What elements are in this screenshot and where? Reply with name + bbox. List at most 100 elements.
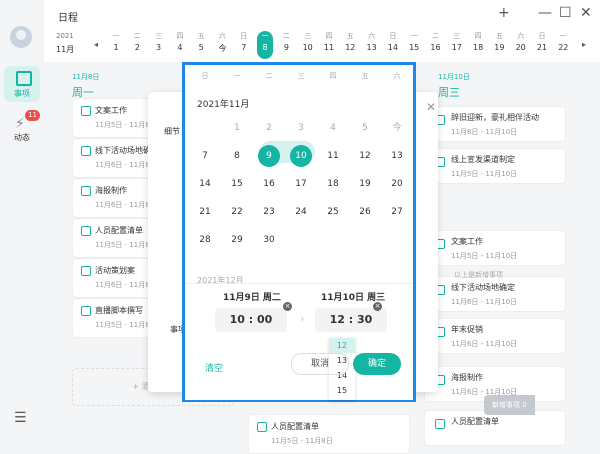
day-cell[interactable]: 六 13 (364, 31, 380, 52)
minimize-icon[interactable]: — (538, 5, 552, 21)
calendar-day[interactable]: 26 (354, 201, 376, 223)
day-cell[interactable]: 二 16 (428, 31, 444, 52)
new-items-divider: 以上是新增事项 (454, 271, 503, 279)
calendar-day[interactable]: 15 (226, 173, 248, 195)
calendar-day[interactable]: 27 (386, 201, 408, 223)
day-cell[interactable]: 二2 (129, 31, 145, 52)
calendar-day[interactable]: 2 (258, 117, 280, 139)
close-icon[interactable]: ✕ (580, 5, 592, 21)
cancel-button[interactable]: 取消 (291, 353, 349, 375)
calendar-day[interactable]: 23 (258, 201, 280, 223)
clear-button[interactable]: 清空 (205, 361, 223, 374)
calendar-day[interactable]: 3 (290, 117, 312, 139)
checkbox[interactable] (81, 266, 91, 276)
list-item[interactable]: 线下活动场地确定 11月6日 - 11月10日 (424, 276, 566, 312)
list-item[interactable]: 线上宣发渠道制定 11月5日 - 11月10日 (424, 148, 566, 184)
day-cell[interactable]: 四4 (172, 31, 188, 52)
calendar-day[interactable]: 1 (226, 117, 248, 139)
checkbox[interactable] (81, 306, 91, 316)
calendar-day[interactable]: 25 (322, 201, 344, 223)
day-cell[interactable]: 二9 (278, 31, 294, 52)
checkbox[interactable] (81, 186, 91, 196)
dialog-label: 细节 (164, 127, 180, 136)
start-time-field[interactable]: 10 : 00 (215, 308, 287, 332)
next-arrow-icon[interactable]: ▸ (582, 40, 586, 49)
list-item[interactable]: 年末促销 11月6日 - 11月10日 (424, 318, 566, 354)
hour-option[interactable]: 15 (329, 383, 355, 398)
day-cell[interactable]: 一 15 (406, 31, 422, 52)
calendar-day[interactable]: 7 (194, 145, 216, 167)
day-cell[interactable]: 五 19 (491, 31, 507, 52)
prev-arrow-icon[interactable]: ◂ (94, 40, 98, 49)
calendar-day[interactable]: 20 (386, 173, 408, 195)
day-cell[interactable]: 六今 (215, 31, 231, 54)
day-cell[interactable]: 六 20 (513, 31, 529, 52)
day-cell[interactable]: 一1 (108, 31, 124, 52)
calendar-day[interactable]: 13 (386, 145, 408, 167)
new-items-button[interactable]: 新增事项 0 (484, 395, 535, 415)
calendar-day[interactable]: 9 (258, 145, 280, 167)
menu-icon[interactable]: ☰ (14, 410, 27, 426)
day-cell[interactable]: 一 22 (555, 31, 571, 52)
checkbox[interactable] (257, 422, 267, 432)
checkbox[interactable] (435, 419, 445, 429)
clear-icon[interactable]: × (373, 302, 382, 311)
day-cell[interactable]: 五5 (193, 31, 209, 52)
maximize-icon[interactable]: ☐ (559, 5, 572, 21)
day-cell[interactable]: 日 14 (385, 31, 401, 52)
list-item[interactable]: 辞旧迎新，豪礼相伴活动 11月8日 - 11月10日 (424, 106, 566, 142)
calendar-day[interactable]: 24 (290, 201, 312, 223)
calendar-day[interactable]: 5 (354, 117, 376, 139)
calendar-day[interactable]: 30 (258, 229, 280, 251)
calendar-day[interactable]: 28 (194, 229, 216, 251)
year-label: 2021 (56, 32, 74, 40)
confirm-button[interactable]: 确定 (353, 353, 401, 375)
day-cell[interactable]: 五 12 (342, 31, 358, 52)
day-number: 7 (241, 43, 247, 52)
day-cell[interactable]: 三3 (151, 31, 167, 52)
list-item[interactable]: 人员配置清单 11月5日 - 11月8日 (248, 414, 410, 454)
calendar-day[interactable]: 29 (226, 229, 248, 251)
column-date: 11月10日 (438, 73, 470, 81)
calendar-day[interactable]: 17 (290, 173, 312, 195)
checkbox[interactable] (81, 226, 91, 236)
calendar-day[interactable]: 4 (322, 117, 344, 139)
task-title: 辞旧迎新，豪礼相伴活动 (451, 113, 539, 122)
hour-option[interactable]: 12 (329, 338, 355, 353)
day-cell[interactable]: 日 21 (534, 31, 550, 52)
calendar-day[interactable]: 8 (226, 145, 248, 167)
day-cell[interactable]: 四 18 (470, 31, 486, 52)
sidebar-item-tasks[interactable]: 事项 (4, 66, 40, 102)
day-number: 8 (262, 43, 268, 52)
list-item[interactable]: 人员配置清单 (424, 410, 566, 446)
calendar-day[interactable]: 14 (194, 173, 216, 195)
weekday-label: 三 (297, 72, 305, 80)
end-time-field[interactable]: 12 : 30 (315, 308, 387, 332)
list-item[interactable]: 文案工作 11月5日 - 11月10日 (424, 230, 566, 266)
calendar-day[interactable]: 11 (322, 145, 344, 167)
day-number: 21 (536, 43, 548, 52)
weekday-label: 六 (393, 72, 401, 80)
add-icon[interactable]: + (498, 5, 510, 21)
weekday-label: 五 (361, 72, 369, 80)
calendar-day[interactable]: 12 (354, 145, 376, 167)
calendar-day[interactable]: 今 (386, 117, 408, 139)
avatar[interactable] (10, 26, 32, 48)
calendar-day[interactable]: 21 (194, 201, 216, 223)
day-cell[interactable]: 四 11 (321, 31, 337, 52)
clear-icon[interactable]: × (283, 302, 292, 311)
task-date-range: 11月6日 - 11月10日 (451, 298, 518, 306)
checkbox[interactable] (81, 146, 91, 156)
calendar-day[interactable]: 22 (226, 201, 248, 223)
calendar-day[interactable]: 19 (354, 173, 376, 195)
day-cell[interactable]: 三 10 (300, 31, 316, 52)
day-cell[interactable]: 日7 (236, 31, 252, 52)
close-icon[interactable]: ✕ (426, 100, 436, 114)
checkbox[interactable] (81, 106, 91, 116)
calendar-day[interactable]: 16 (258, 173, 280, 195)
day-cell[interactable]: 一8 (257, 31, 274, 59)
sidebar-item-activity[interactable]: ⚡ 11 动态 (4, 110, 40, 146)
day-cell[interactable]: 三 17 (449, 31, 465, 52)
calendar-day[interactable]: 10 (290, 145, 312, 167)
calendar-day[interactable]: 18 (322, 173, 344, 195)
